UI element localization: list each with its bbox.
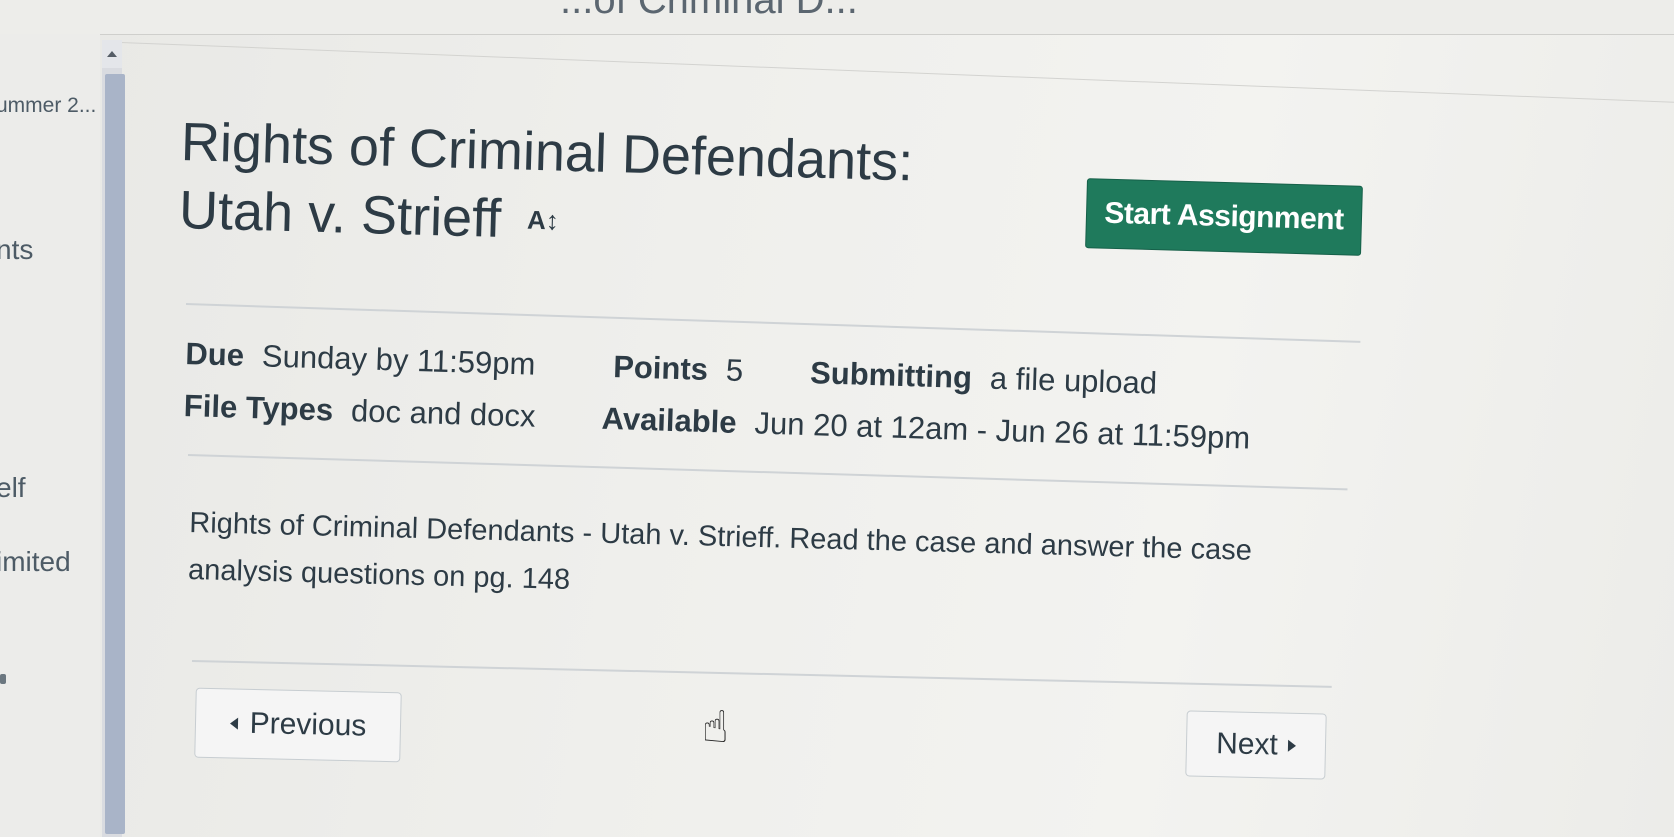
- previous-label: Previous: [249, 706, 367, 743]
- nav-item-term[interactable]: ummer 2...: [0, 94, 96, 118]
- submitting-label: Submitting: [809, 355, 973, 396]
- available-label: Available: [601, 400, 738, 440]
- detail-due: Due Sunday by 11:59pm: [185, 336, 536, 383]
- divider: [185, 303, 1361, 343]
- nav-item-limited[interactable]: imited: [0, 546, 71, 578]
- pointer-hand-icon: ☝: [702, 703, 729, 752]
- points-value: 5: [725, 352, 744, 389]
- due-label: Due: [184, 336, 245, 373]
- start-assignment-button[interactable]: Start Assignment: [1085, 178, 1363, 256]
- assignment-details: Due Sunday by 11:59pm Points 5 Submitting a…: [182, 336, 1305, 490]
- points-label: Points: [612, 349, 709, 387]
- submitting-value: a file upload: [989, 360, 1158, 401]
- nav-item-assignments[interactable]: nts: [0, 234, 33, 266]
- caret-right-icon: [1287, 739, 1296, 752]
- detail-available: Available Jun 20 at 12am - Jun 26 at 11:5…: [601, 401, 1251, 457]
- divider: [191, 660, 1332, 688]
- scrollbar-thumb[interactable]: [105, 74, 125, 834]
- triangle-up-icon: [107, 51, 117, 57]
- previous-button[interactable]: Previous: [194, 687, 402, 763]
- file-types-label: File Types: [183, 387, 334, 428]
- nav-bullet: [0, 674, 6, 684]
- detail-points: Points 5: [613, 349, 744, 389]
- divider: [119, 42, 1674, 103]
- scroll-up-button[interactable]: [102, 40, 122, 68]
- nav-item-self[interactable]: elf: [0, 472, 26, 504]
- scrollbar[interactable]: [102, 40, 125, 837]
- font-size-icon[interactable]: A↕: [526, 186, 560, 255]
- file-types-value: doc and docx: [350, 393, 536, 434]
- next-label: Next: [1215, 727, 1279, 762]
- detail-file-types: File Types doc and docx: [183, 388, 536, 435]
- title-line-2: Utah v. Strieff: [178, 179, 503, 249]
- browser-top-strip: ...of Criminal D...: [0, 0, 1674, 35]
- screen: ...of Criminal D... ummer 2... nts elf i…: [0, 0, 1674, 837]
- course-navigation: ummer 2... nts elf imited: [0, 34, 100, 837]
- caret-left-icon: [229, 717, 238, 730]
- page-title: Rights of Criminal Defendants: Utah v. S…: [178, 108, 914, 264]
- detail-submitting: Submitting a file upload: [810, 355, 1158, 402]
- due-value: Sunday by 11:59pm: [261, 338, 536, 382]
- header-title: ...of Criminal D...: [560, 0, 858, 22]
- assignment-description: Rights of Criminal Defendants - Utah v. …: [187, 506, 1253, 596]
- available-value: Jun 20 at 12am - Jun 26 at 11:59pm: [754, 405, 1251, 456]
- next-button[interactable]: Next: [1185, 710, 1327, 780]
